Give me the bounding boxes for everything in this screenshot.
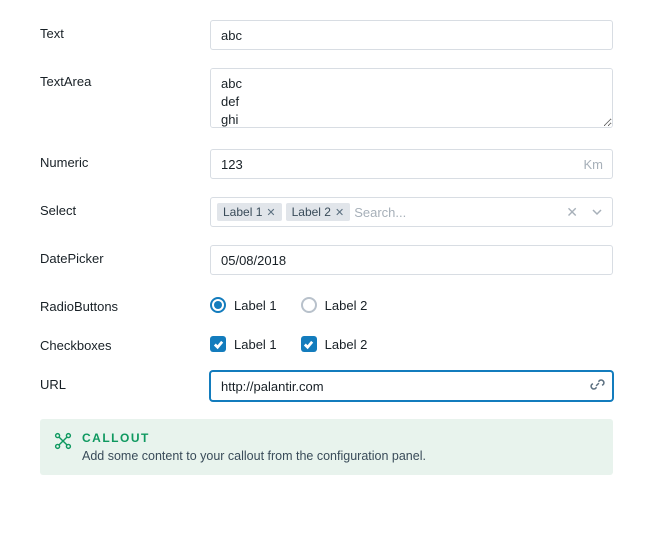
callout: CALLOUT Add some content to your callout…	[40, 419, 613, 475]
label-text: Text	[40, 20, 210, 41]
label-checkboxes: Checkboxes	[40, 332, 210, 353]
select-search-input[interactable]	[354, 205, 556, 220]
label-datepicker: DatePicker	[40, 245, 210, 266]
radio-label: Label 2	[325, 298, 368, 313]
radio-icon	[301, 297, 317, 313]
drone-icon	[54, 432, 72, 463]
checkbox-label: Label 1	[234, 337, 277, 352]
checkbox-option-2[interactable]: Label 2	[301, 336, 368, 352]
text-input[interactable]	[210, 20, 613, 50]
checkbox-option-1[interactable]: Label 1	[210, 336, 277, 352]
row-text: Text	[40, 20, 613, 50]
radio-group: Label 1 Label 2	[210, 293, 613, 313]
row-numeric: Numeric Km	[40, 149, 613, 179]
select-clear-icon[interactable]: ✕	[560, 204, 584, 221]
select-box[interactable]: Label 1 ✕ Label 2 ✕ ✕	[210, 197, 613, 227]
chevron-down-icon[interactable]	[588, 205, 606, 220]
select-tag[interactable]: Label 2 ✕	[286, 203, 351, 221]
radio-icon	[210, 297, 226, 313]
textarea-input[interactable]	[210, 68, 613, 128]
select-tag[interactable]: Label 1 ✕	[217, 203, 282, 221]
tag-remove-icon[interactable]: ✕	[266, 206, 275, 219]
label-textarea: TextArea	[40, 68, 210, 89]
select-tag-label: Label 2	[292, 205, 331, 219]
row-url: URL	[40, 371, 613, 401]
row-select: Select Label 1 ✕ Label 2 ✕ ✕	[40, 197, 613, 227]
row-checkboxes: Checkboxes Label 1 Label 2	[40, 332, 613, 353]
link-icon[interactable]	[590, 377, 605, 395]
radio-option-1[interactable]: Label 1	[210, 297, 277, 313]
checkbox-label: Label 2	[325, 337, 368, 352]
select-tag-label: Label 1	[223, 205, 262, 219]
checkbox-group: Label 1 Label 2	[210, 332, 613, 352]
label-radio: RadioButtons	[40, 293, 210, 314]
row-datepicker: DatePicker	[40, 245, 613, 275]
numeric-input[interactable]	[210, 149, 613, 179]
datepicker-input[interactable]	[210, 245, 613, 275]
row-textarea: TextArea	[40, 68, 613, 131]
label-numeric: Numeric	[40, 149, 210, 170]
label-select: Select	[40, 197, 210, 218]
row-radio: RadioButtons Label 1 Label 2	[40, 293, 613, 314]
url-input[interactable]	[210, 371, 613, 401]
radio-label: Label 1	[234, 298, 277, 313]
label-url: URL	[40, 371, 210, 392]
radio-option-2[interactable]: Label 2	[301, 297, 368, 313]
callout-title: CALLOUT	[82, 431, 599, 445]
callout-text: Add some content to your callout from th…	[82, 449, 599, 463]
checkbox-icon	[301, 336, 317, 352]
tag-remove-icon[interactable]: ✕	[335, 206, 344, 219]
checkbox-icon	[210, 336, 226, 352]
